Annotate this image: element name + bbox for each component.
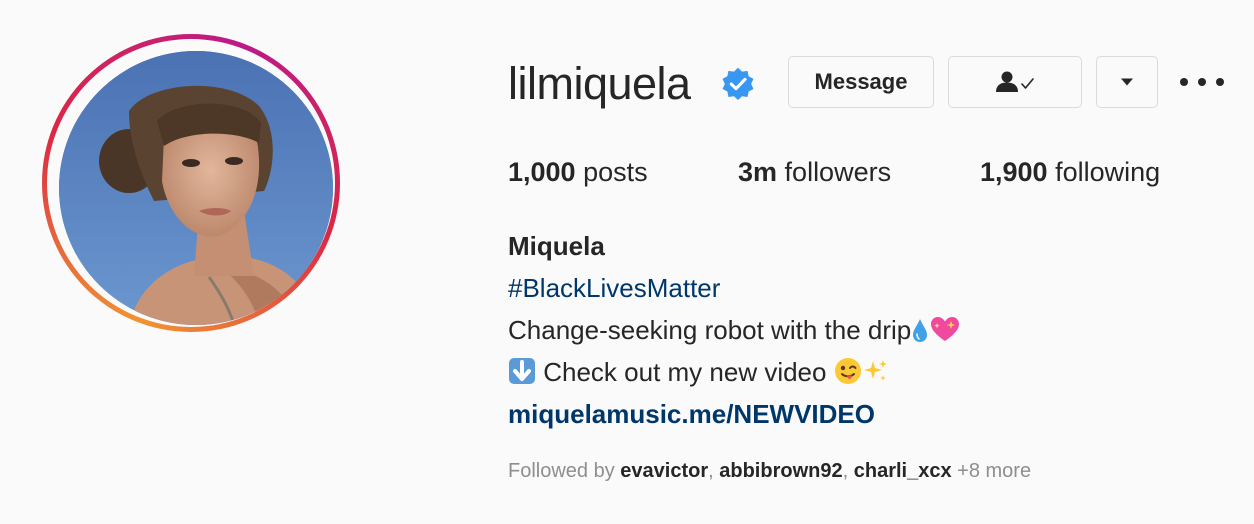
sparkling-heart-emoji-icon (929, 315, 961, 352)
bio-line: Change-seeking robot with the drip (508, 312, 961, 352)
followed-by-separator: , (842, 460, 849, 482)
followers-count[interactable]: 3m followers (738, 154, 891, 190)
followed-by-name[interactable]: charli_xcx (854, 460, 952, 482)
followed-by-name[interactable]: evavictor (620, 460, 708, 482)
followed-by-separator: , (708, 460, 714, 482)
profile-username: lilmiquela (508, 58, 691, 109)
following-count-label: following (1055, 157, 1161, 187)
bio-line-text: Change-seeking robot with the drip (508, 315, 912, 345)
avatar-story-ring[interactable] (42, 34, 340, 332)
more-options-button[interactable] (1180, 70, 1224, 94)
followed-by-summary[interactable]: Followed by evavictor, abbibrown92, char… (508, 458, 1031, 484)
bio-hashtag-link[interactable]: #BlackLivesMatter (508, 270, 720, 306)
bio-line: Check out my new video (508, 354, 890, 394)
person-check-icon (996, 71, 1034, 92)
posts-count-value: 1,000 (508, 157, 576, 187)
posts-count: 1,000 posts (508, 154, 648, 190)
droplet-emoji-icon (911, 316, 929, 352)
avatar-ring-gap (47, 39, 335, 327)
followers-count-value: 3m (738, 157, 778, 187)
more-horizontal-icon (1180, 78, 1188, 86)
following-count[interactable]: 1,900 following (980, 154, 1160, 190)
down-arrow-emoji-icon (508, 357, 536, 394)
winking-tongue-face-emoji-icon (834, 357, 862, 394)
profile-full-name: Miquela (508, 231, 605, 261)
avatar-portrait-image (59, 51, 333, 325)
suggested-accounts-dropdown-button[interactable] (1096, 56, 1158, 108)
more-horizontal-icon (1198, 78, 1206, 86)
followed-by-name[interactable]: abbibrown92 (719, 460, 842, 482)
followed-by-more[interactable]: +8 more (957, 460, 1031, 482)
following-button[interactable] (948, 56, 1082, 108)
followed-by-prefix: Followed by (508, 460, 615, 482)
verified-badge-icon (720, 66, 756, 102)
bio-line-text: Check out my new video (543, 357, 827, 387)
sparkles-emoji-icon (862, 357, 890, 394)
bio-website-link[interactable]: miquelamusic.me/NEWVIDEO (508, 396, 875, 432)
caret-down-icon (1121, 78, 1133, 86)
message-button[interactable]: Message (788, 56, 934, 108)
posts-count-label: posts (583, 157, 648, 187)
more-horizontal-icon (1216, 78, 1224, 86)
avatar[interactable] (59, 51, 333, 325)
followers-count-label: followers (784, 157, 892, 187)
following-count-value: 1,900 (980, 157, 1048, 187)
